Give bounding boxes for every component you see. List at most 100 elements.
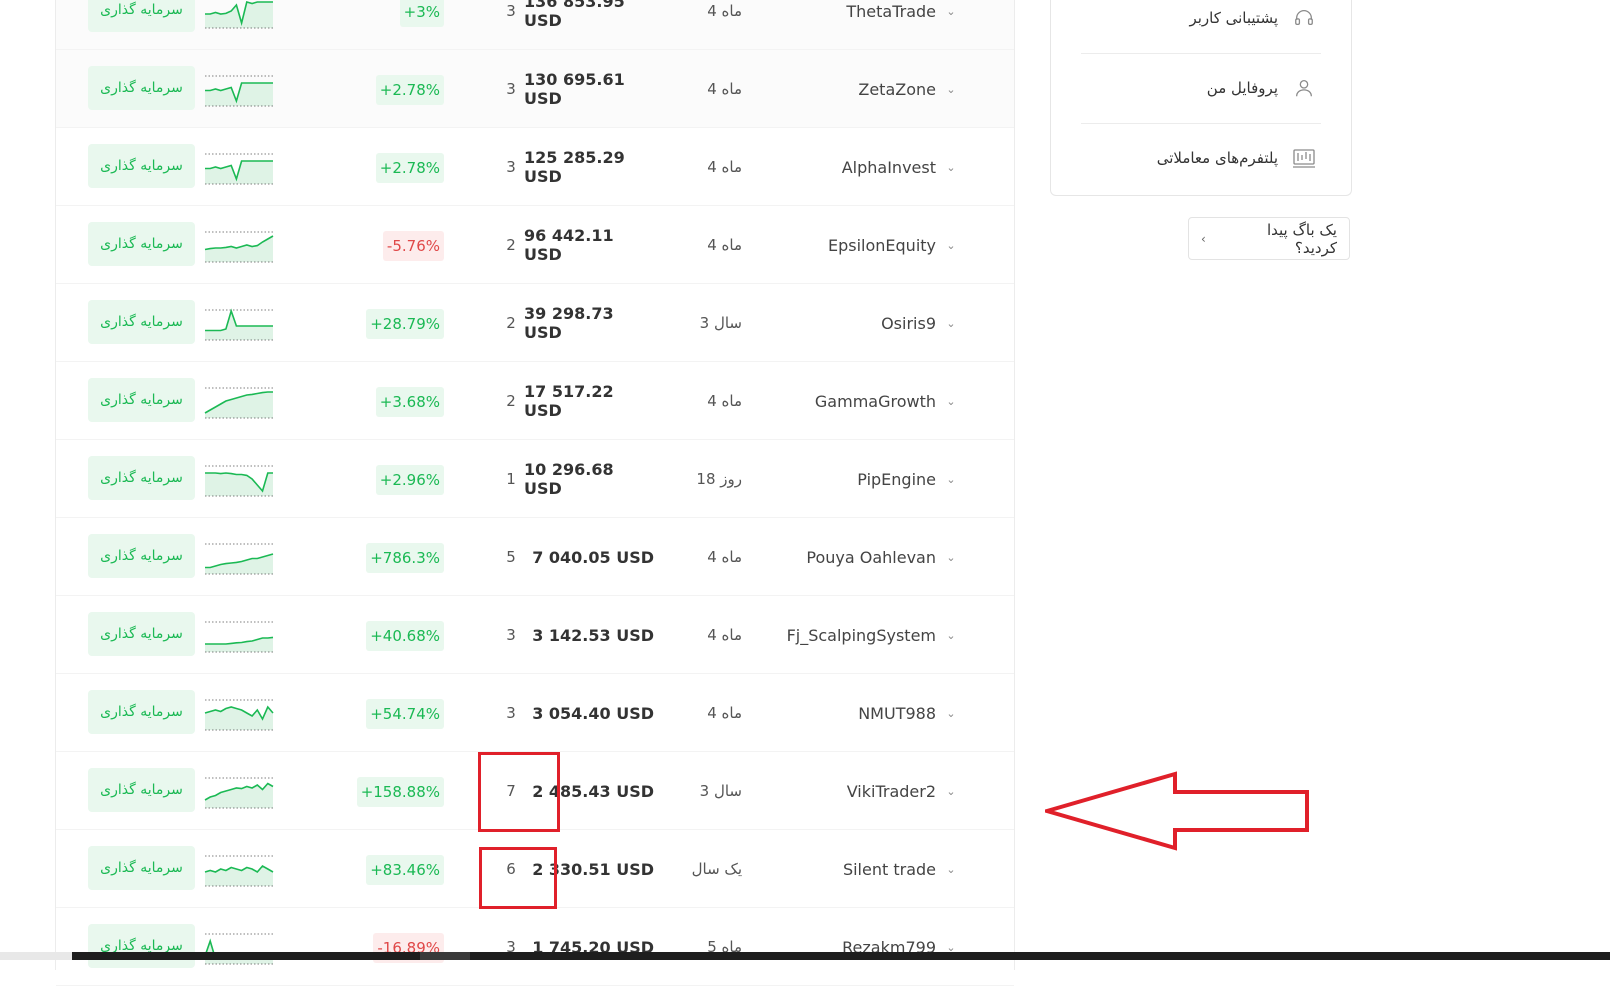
account-balance: 136 853.95 USD (524, 0, 625, 30)
chevron-down-icon[interactable]: ⌄ (944, 518, 958, 596)
table-row[interactable]: سرمایه گذاری +2.96% 1 10 296.68 USD 18 روز Pi… (56, 440, 1014, 518)
sidebar-item-label: پشتیبانی کاربر (1189, 9, 1278, 27)
invest-button[interactable]: سرمایه گذاری (88, 846, 195, 890)
return-percent-badge: -5.76% (382, 231, 444, 261)
taskbar-start[interactable] (0, 952, 72, 960)
chevron-down-icon[interactable]: ⌄ (944, 830, 958, 908)
invest-button[interactable]: سرمایه گذاری (88, 378, 195, 422)
sparkline-chart (204, 855, 274, 887)
return-percent-badge: +28.79% (366, 309, 444, 339)
chevron-down-icon[interactable]: ⌄ (944, 752, 958, 830)
user-icon (1292, 76, 1316, 100)
return-percent-badge: +83.46% (366, 855, 444, 885)
trader-name[interactable]: EpsilonEquity (756, 206, 936, 284)
sidebar-item-label: پلتفرم‌های معاملاتی (1156, 149, 1278, 167)
invest-button[interactable]: سرمایه گذاری (88, 768, 195, 812)
trader-name[interactable]: ZetaZone (756, 50, 936, 128)
trade-count: 5 (506, 548, 516, 566)
invest-button[interactable]: سرمایه گذاری (88, 300, 195, 344)
invest-button[interactable]: سرمایه گذاری (88, 924, 195, 968)
sparkline-chart (205, 308, 273, 341)
left-arrow-icon (1045, 771, 1309, 851)
report-bug-button[interactable]: ‹ یک باگ پیدا کردید؟ (1188, 217, 1350, 260)
sparkline-chart (204, 387, 273, 419)
trader-name[interactable]: Osiris9 (756, 284, 936, 362)
table-row[interactable]: سرمایه گذاری +786.3% 5 7 040.05 USD 4 ماه Pou… (56, 518, 1014, 596)
annotation-highlight-box (479, 847, 557, 909)
account-age: 4 ماه (707, 158, 742, 176)
account-balance: 3 142.53 USD (532, 625, 654, 645)
trader-name[interactable]: GammaGrowth (756, 362, 936, 440)
account-balance: 125 285.29 USD (524, 148, 625, 186)
account-age: 4 ماه (707, 626, 742, 644)
chevron-down-icon[interactable]: ⌄ (944, 0, 958, 50)
sidebar-item-support[interactable]: پشتیبانی کاربر (1081, 0, 1316, 52)
trader-name[interactable]: Pouya Oahlevan (756, 518, 936, 596)
trader-name[interactable]: VikiTrader2 (756, 752, 936, 830)
account-age: 4 ماه (707, 236, 742, 254)
chevron-down-icon[interactable]: ⌄ (944, 674, 958, 752)
return-percent-badge: +54.74% (366, 699, 444, 729)
chevron-down-icon[interactable]: ⌄ (944, 206, 958, 284)
sparkline-chart (204, 231, 274, 263)
invest-button[interactable]: سرمایه گذاری (88, 222, 195, 266)
trader-name[interactable]: Rezakm799 (756, 908, 936, 986)
trader-name[interactable]: Fj_ScalpingSystem (756, 596, 936, 674)
table-row[interactable]: سرمایه گذاری +54.74% 3 3 054.40 USD 4 ماه NMU… (56, 674, 1014, 752)
invest-button[interactable]: سرمایه گذاری (88, 612, 195, 656)
account-balance: 17 517.22 USD (524, 382, 614, 420)
account-age: 4 ماه (707, 2, 742, 20)
sparkline-chart (205, 75, 273, 107)
table-row[interactable]: سرمایه گذاری +2.78% 3 130 695.61 USD 4 ماه Ze… (56, 50, 1014, 128)
sparkline-chart (204, 699, 274, 731)
trade-count: 2 (506, 392, 516, 410)
table-row[interactable]: سرمایه گذاری +40.68% 3 3 142.53 USD 4 ماه Fj_… (56, 596, 1014, 674)
table-row[interactable]: سرمایه گذاری -16.89% 3 1 745.20 USD 5 ماه Rez… (56, 908, 1014, 986)
trader-name[interactable]: AlphaInvest (756, 128, 936, 206)
taskbar-app[interactable] (420, 952, 470, 960)
chevron-down-icon[interactable]: ⌄ (944, 284, 958, 362)
chevron-down-icon[interactable]: ⌄ (944, 908, 958, 986)
chevron-down-icon[interactable]: ⌄ (944, 362, 958, 440)
chevron-left-icon: ‹ (1201, 231, 1206, 246)
sidebar-item-label: پروفایل من (1206, 79, 1278, 97)
account-balance: 130 695.61 USD (524, 70, 625, 108)
table-row[interactable]: سرمایه گذاری -5.76% 2 96 442.11 USD 4 ماه Eps… (56, 206, 1014, 284)
table-row[interactable]: سرمایه گذاری +2.78% 3 125 285.29 USD 4 ماه Al… (56, 128, 1014, 206)
invest-button[interactable]: سرمایه گذاری (88, 0, 195, 32)
trading-chart-icon (1292, 146, 1316, 170)
invest-button[interactable]: سرمایه گذاری (88, 534, 195, 578)
table-row[interactable]: سرمایه گذاری +28.79% 2 39 298.73 USD 3 سال Os… (56, 284, 1014, 362)
return-percent-badge: +40.68% (366, 621, 444, 651)
sparkline-chart (205, 465, 273, 497)
trade-count: 3 (506, 626, 516, 644)
sparkline-chart (205, 543, 274, 575)
table-row[interactable]: سرمایه گذاری +3% 3 136 853.95 USD 4 ماه Theta… (56, 0, 1014, 50)
sparkline-chart (205, 621, 274, 653)
trader-name[interactable]: Silent trade (756, 830, 936, 908)
chevron-down-icon[interactable]: ⌄ (944, 596, 958, 674)
invest-button[interactable]: سرمایه گذاری (88, 456, 195, 500)
account-balance: 3 054.40 USD (532, 703, 654, 723)
sparkline-chart (205, 153, 273, 185)
sidebar-item-platforms[interactable]: پلتفرم‌های معاملاتی (1081, 124, 1316, 192)
invest-button[interactable]: سرمایه گذاری (88, 690, 195, 734)
trade-count: 2 (506, 236, 516, 254)
chevron-down-icon[interactable]: ⌄ (944, 50, 958, 128)
invest-button[interactable]: سرمایه گذاری (88, 66, 195, 110)
trader-name[interactable]: ThetaTrade (756, 0, 936, 50)
account-age: 4 ماه (707, 392, 742, 410)
trader-name[interactable]: PipEngine (756, 440, 936, 518)
chevron-down-icon[interactable]: ⌄ (944, 440, 958, 518)
invest-button[interactable]: سرمایه گذاری (88, 144, 195, 188)
trade-count: 3 (506, 704, 516, 722)
sparkline-chart (204, 933, 273, 965)
return-percent-badge: +2.96% (375, 465, 444, 495)
trader-name[interactable]: NMUT988 (756, 674, 936, 752)
return-percent-badge: +158.88% (356, 777, 444, 807)
trade-count: 3 (506, 80, 516, 98)
chevron-down-icon[interactable]: ⌄ (944, 128, 958, 206)
table-row[interactable]: سرمایه گذاری +3.68% 2 17 517.22 USD 4 ماه Gam… (56, 362, 1014, 440)
sidebar-item-profile[interactable]: پروفایل من (1081, 54, 1316, 122)
account-balance: 1 745.20 USD (532, 937, 654, 957)
